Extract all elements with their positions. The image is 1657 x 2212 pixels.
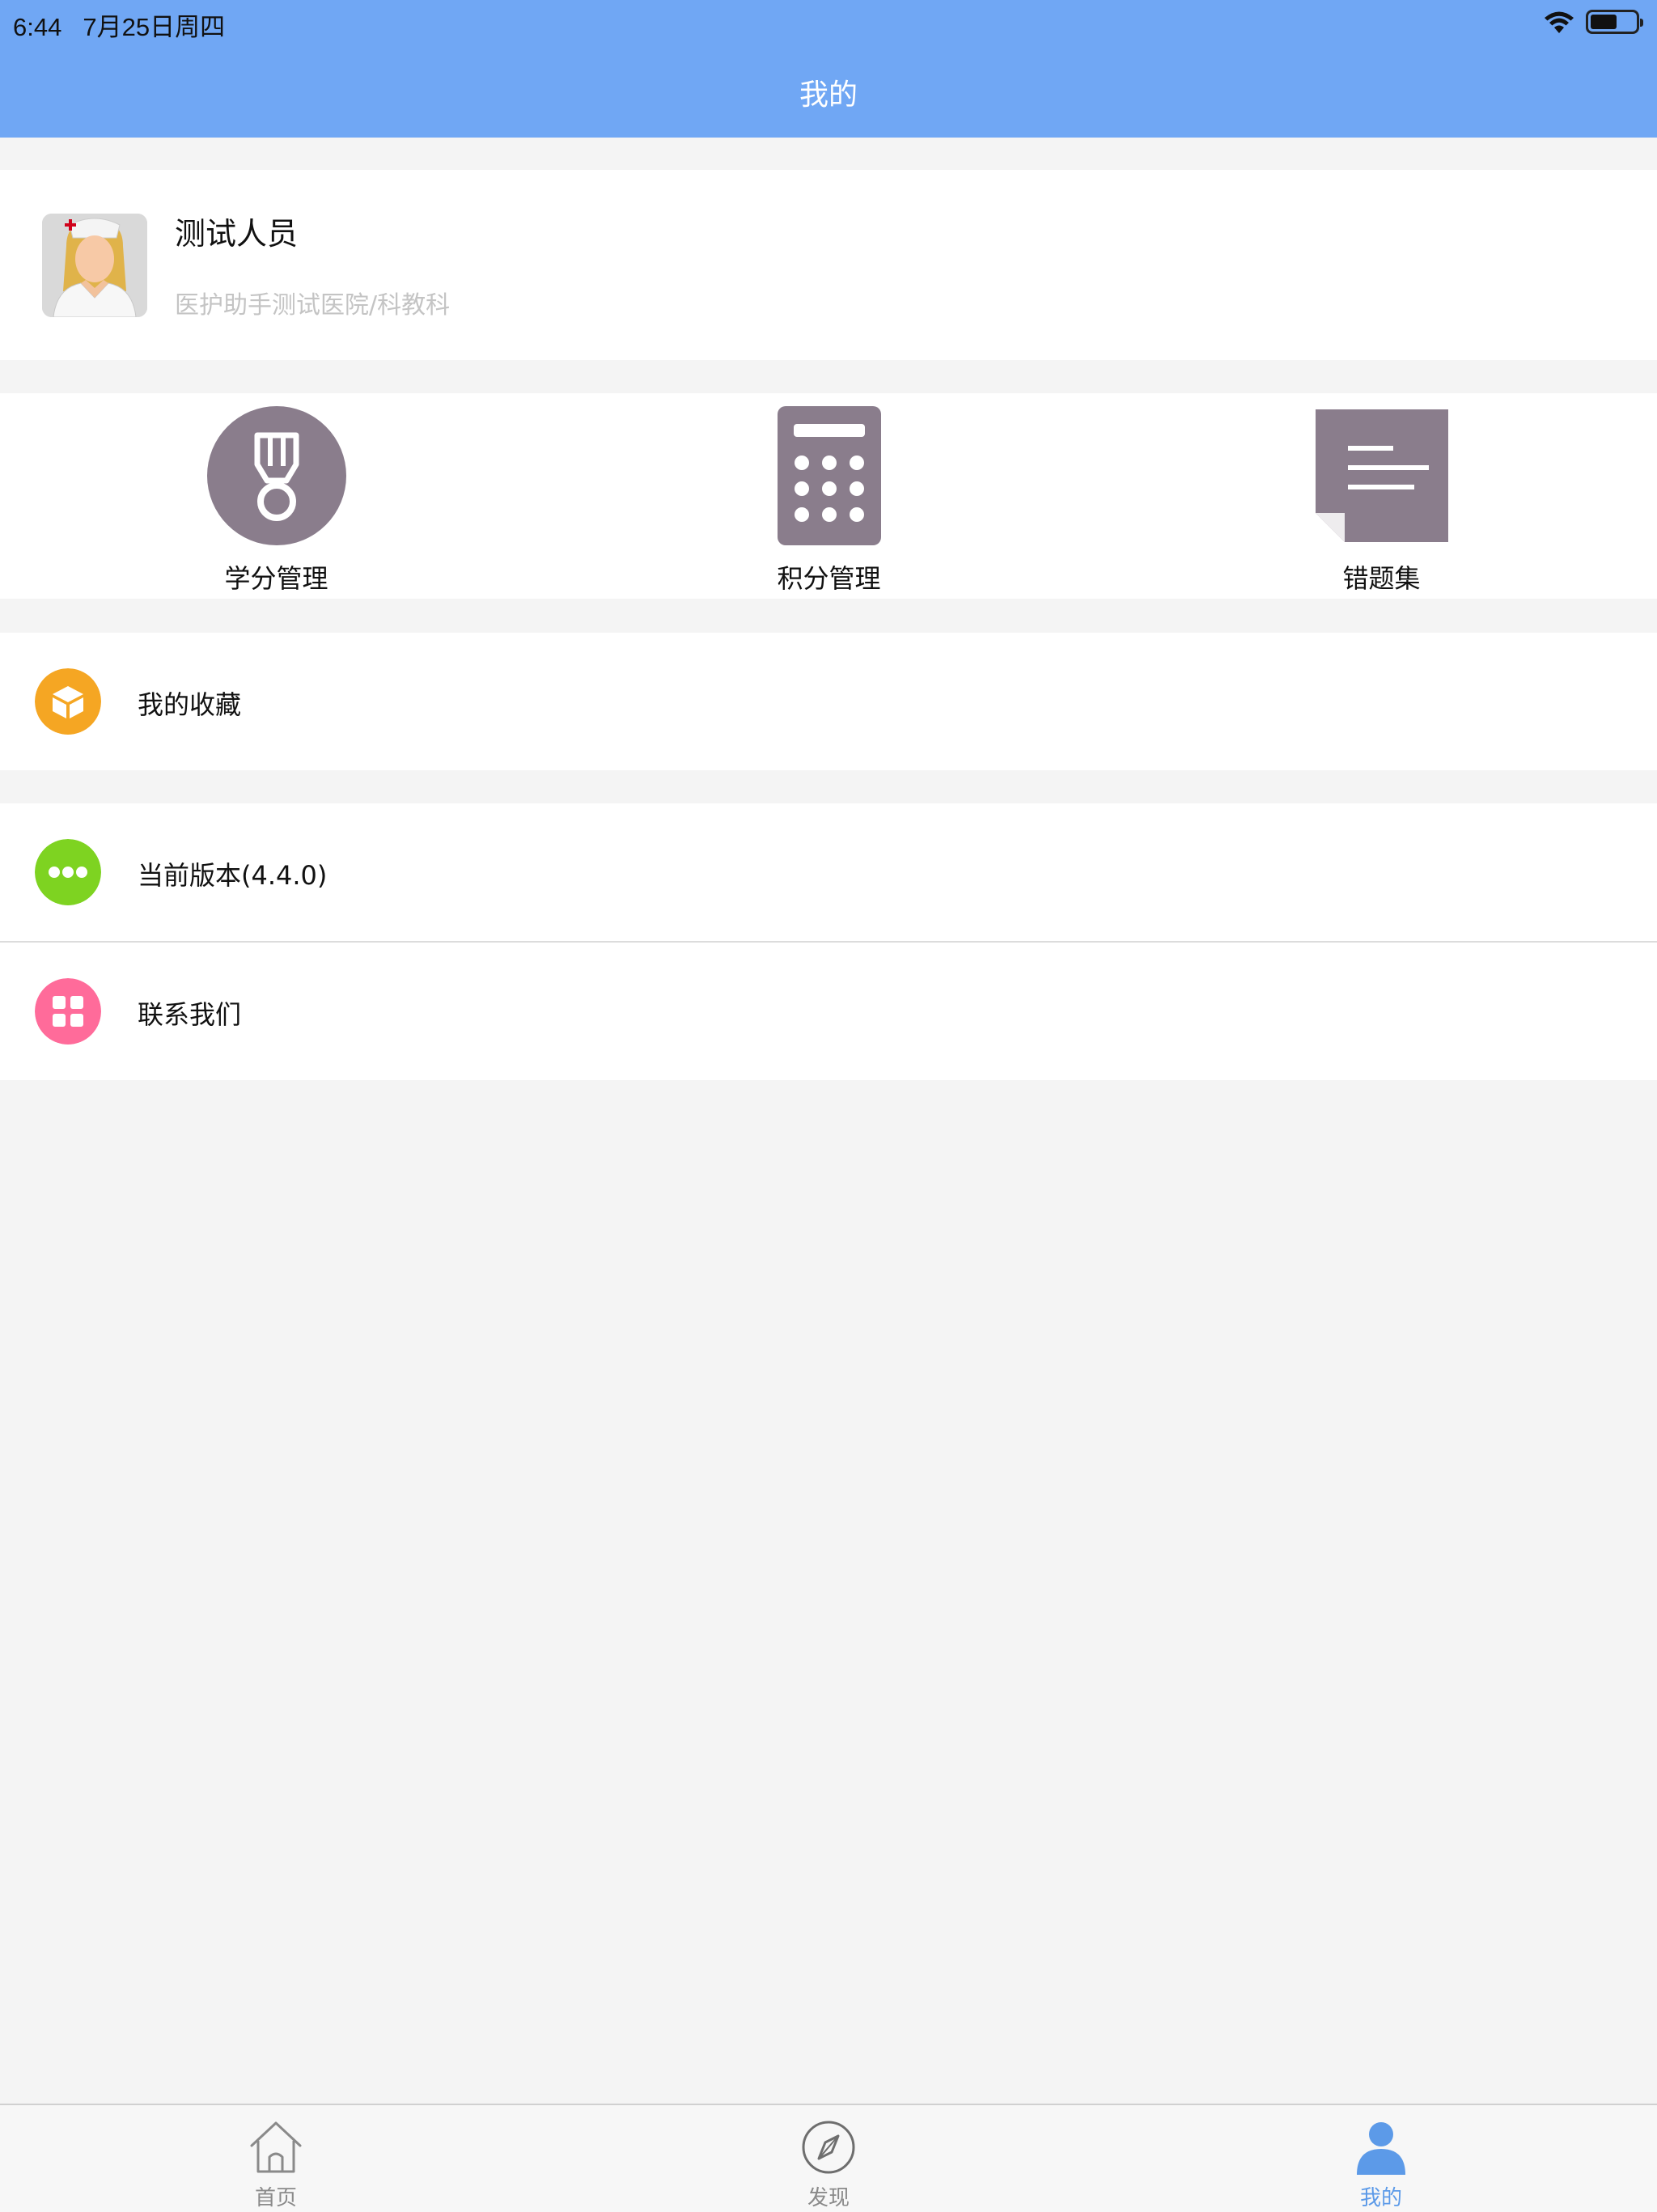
profile-card[interactable]: 测试人员 医护助手测试医院/科教科 <box>0 170 1657 360</box>
version-label: 当前版本(4.4.0) <box>138 860 328 891</box>
wrong-questions-label: 错题集 <box>1342 563 1421 594</box>
more-dots-icon <box>35 839 101 905</box>
status-date: 7月25日周四 <box>83 13 226 41</box>
credit-management-button[interactable]: 学分管理 <box>0 393 553 599</box>
tab-mine-label: 我的 <box>1359 2186 1402 2210</box>
battery-icon <box>1586 10 1643 34</box>
favorites-label: 我的收藏 <box>138 689 242 720</box>
wifi-icon <box>1545 11 1574 33</box>
tab-mine[interactable]: 我的 <box>1105 2105 1657 2212</box>
home-icon <box>250 2121 302 2173</box>
avatar[interactable] <box>42 214 147 317</box>
nav-bar: 我的 <box>0 49 1657 138</box>
tab-home-label: 首页 <box>254 2186 297 2210</box>
points-management-label: 积分管理 <box>777 563 881 594</box>
compass-icon <box>802 2121 855 2174</box>
user-name: 测试人员 <box>175 216 299 252</box>
status-bar: 6:44 7月25日周四 <box>0 0 1657 49</box>
tab-discover[interactable]: 发现 <box>553 2105 1104 2212</box>
box-icon <box>35 668 101 735</box>
calculator-icon <box>777 406 881 545</box>
page-title: 我的 <box>799 78 858 112</box>
nurse-avatar-icon <box>42 214 147 317</box>
version-row[interactable]: 当前版本(4.4.0) <box>0 803 1657 941</box>
battery-level <box>1591 15 1617 29</box>
favorites-row[interactable]: 我的收藏 <box>0 633 1657 770</box>
user-organization: 医护助手测试医院/科教科 <box>175 291 451 320</box>
medal-icon <box>206 406 346 545</box>
status-time-date: 6:44 7月25日周四 <box>13 6 246 43</box>
credit-management-label: 学分管理 <box>224 563 328 594</box>
tab-discover-label: 发现 <box>807 2186 850 2210</box>
document-icon <box>1315 409 1448 542</box>
tab-home[interactable]: 首页 <box>0 2105 552 2212</box>
quick-actions: 学分管理 积分管理 错题集 <box>0 393 1657 599</box>
points-management-button[interactable]: 积分管理 <box>553 393 1105 599</box>
status-time: 6:44 <box>13 13 62 41</box>
wrong-questions-button[interactable]: 错题集 <box>1105 393 1657 599</box>
grid-icon <box>35 978 101 1045</box>
person-icon <box>1357 2122 1405 2175</box>
contact-label: 联系我们 <box>138 999 242 1030</box>
contact-row[interactable]: 联系我们 <box>0 943 1657 1080</box>
tab-bar: 首页 发现 我的 <box>0 2104 1657 2212</box>
